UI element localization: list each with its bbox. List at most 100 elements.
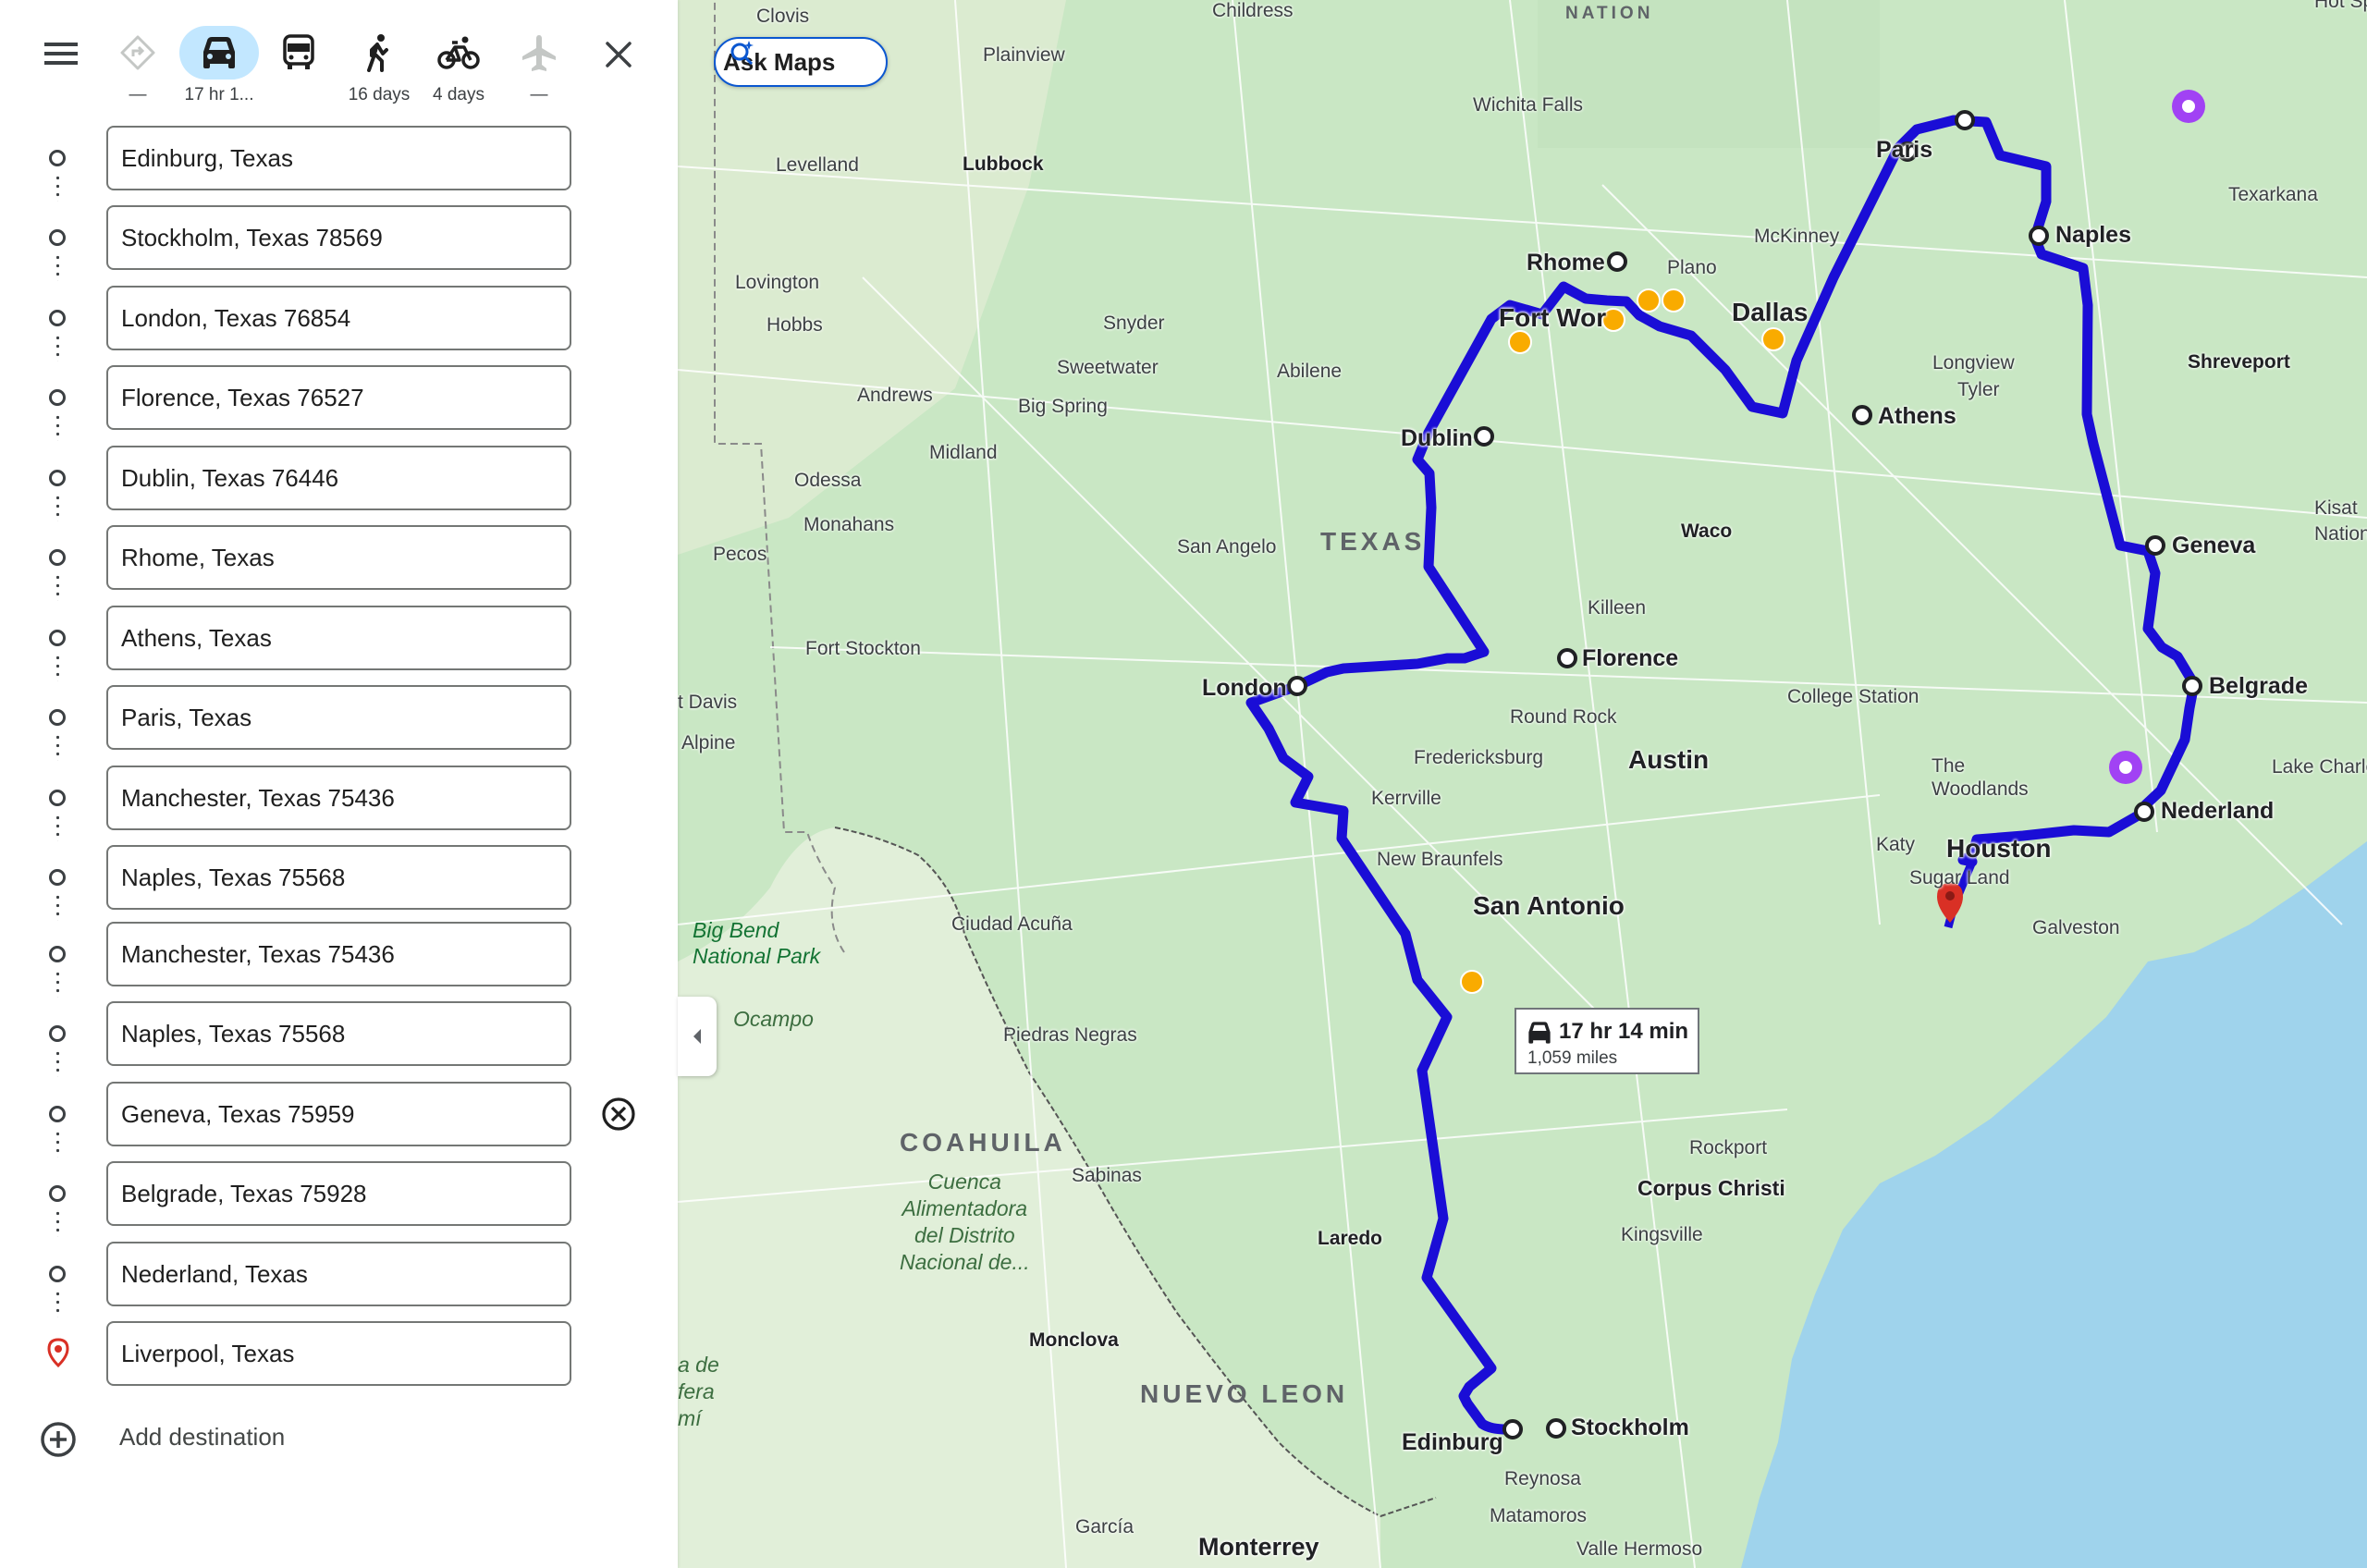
directions-panel: — 17 hr 1... 16 days 4 days — Edinburg, … — [0, 0, 678, 1568]
waypoint-circle-icon[interactable] — [49, 790, 66, 806]
waypoint-connector — [56, 1049, 59, 1077]
flights-mode-button[interactable] — [499, 26, 579, 80]
waypoint-row: Dublin, Texas 76446 — [0, 446, 678, 521]
town-label-odessa: Odessa — [794, 470, 862, 491]
town-label-monahans: Monahans — [803, 514, 895, 535]
town-label-fort-stockton: Fort Stockton — [805, 638, 921, 659]
waypoint-input[interactable]: Manchester, Texas 75436 — [106, 922, 571, 986]
town-label-plano: Plano — [1667, 257, 1717, 278]
waypoint-circle-icon[interactable] — [49, 470, 66, 486]
chevron-left-icon — [693, 1029, 701, 1044]
add-destination-label: Add destination — [119, 1423, 286, 1451]
waypoint-circle-icon[interactable] — [49, 946, 66, 962]
city-label-dublin: Dublin — [1401, 425, 1473, 451]
town-label-longview: Longview — [1932, 352, 2015, 374]
town-label-sweetwater: Sweetwater — [1057, 357, 1159, 378]
town-label-abilene: Abilene — [1277, 361, 1343, 382]
park-label-cuenca: Cuenca Alimentadora del Distrito Naciona… — [900, 1170, 1030, 1274]
town-label-reynosa: Reynosa — [1504, 1468, 1581, 1489]
waypoint-input[interactable]: Dublin, Texas 76446 — [106, 446, 571, 510]
town-label-sugar-land: Sugar Land — [1909, 867, 2010, 888]
waypoint-row: Naples, Texas 75568 — [0, 845, 678, 921]
town-label-lovington: Lovington — [735, 272, 820, 293]
route-distance: 1,059 miles — [1527, 1048, 1618, 1068]
waypoint-row: Nederland, Texas — [0, 1242, 678, 1317]
waypoint-input[interactable]: Belgrade, Texas 75928 — [106, 1161, 571, 1226]
waypoint-connector — [56, 334, 59, 361]
town-label-monclova: Monclova — [1029, 1329, 1119, 1351]
flights-label: — — [530, 85, 548, 104]
destination-pin-icon — [47, 1338, 69, 1367]
waypoint-row: Liverpool, Texas — [0, 1321, 678, 1390]
transit-mode-button[interactable] — [259, 26, 338, 80]
waypoint-connector — [56, 413, 59, 441]
map-canvas[interactable]: Ask Maps 17 hr 14 min 1,059 miles TEXAS … — [678, 0, 2367, 1568]
waypoint-input[interactable]: Manchester, Texas 75436 — [106, 766, 571, 830]
town-label-hobbs: Hobbs — [767, 314, 823, 336]
waypoint-circle-icon[interactable] — [49, 389, 66, 406]
waypoint-input[interactable]: Liverpool, Texas — [106, 1321, 571, 1386]
waypoint-input[interactable]: Naples, Texas 75568 — [106, 1001, 571, 1066]
waypoint-circle-icon[interactable] — [49, 150, 66, 166]
waypoint-connector — [56, 733, 59, 761]
waypoint-circle-icon[interactable] — [49, 310, 66, 326]
waypoint-input[interactable]: Stockholm, Texas 78569 — [106, 205, 571, 270]
town-label-shreveport: Shreveport — [2188, 351, 2290, 373]
add-destination-button[interactable]: Add destination — [0, 1410, 678, 1465]
city-label-edinburg: Edinburg — [1402, 1429, 1503, 1455]
park-label-ocampo: Ocampo — [733, 1007, 814, 1031]
waypoint-input[interactable]: Edinburg, Texas — [106, 126, 571, 190]
city-label-belgrade: Belgrade — [2209, 673, 2308, 699]
waypoint-input[interactable]: Nederland, Texas — [106, 1242, 571, 1306]
town-label-levelland: Levelland — [776, 154, 859, 176]
waypoint-input[interactable]: Rhome, Texas — [106, 525, 571, 590]
driving-mode-button[interactable] — [179, 26, 259, 80]
waypoint-input[interactable]: London, Texas 76854 — [106, 286, 571, 350]
waypoint-row: Edinburg, Texas — [0, 126, 678, 202]
remove-waypoint-icon[interactable] — [601, 1096, 636, 1132]
collapse-panel-button[interactable] — [678, 997, 717, 1076]
ask-maps-button[interactable]: Ask Maps — [714, 37, 888, 87]
waypoint-circle-icon[interactable] — [49, 1185, 66, 1202]
waypoint-input[interactable]: Geneva, Texas 75959 — [106, 1082, 571, 1146]
town-label-kingsville: Kingsville — [1621, 1224, 1703, 1245]
waypoint-circle-icon[interactable] — [49, 1025, 66, 1042]
menu-icon[interactable] — [39, 35, 83, 72]
best-route-mode-button[interactable] — [98, 26, 178, 80]
walking-mode-button[interactable] — [338, 26, 418, 80]
waypoint-connector — [56, 573, 59, 601]
waypoint-circle-icon[interactable] — [49, 869, 66, 886]
town-label-tyler: Tyler — [1957, 379, 2000, 400]
waypoint-input[interactable]: Naples, Texas 75568 — [106, 845, 571, 910]
town-label-midland: Midland — [929, 442, 998, 463]
town-label-mckinney: McKinney — [1754, 226, 1840, 247]
waypoint-row: Athens, Texas — [0, 606, 678, 681]
park-label-big-bend: Big Bend National Park — [693, 918, 821, 968]
town-label-college-station: College Station — [1787, 686, 1919, 707]
city-label-corpus-christi: Corpus Christi — [1637, 1176, 1785, 1200]
city-label-monterrey: Monterrey — [1198, 1533, 1319, 1561]
close-icon[interactable] — [597, 33, 640, 76]
town-label-lake-charles: Lake Charle — [2272, 756, 2367, 778]
cycling-mode-button[interactable] — [419, 26, 498, 80]
city-label-florence: Florence — [1582, 645, 1679, 671]
waypoint-input[interactable]: Athens, Texas — [106, 606, 571, 670]
waypoint-row: Geneva, Texas 75959 — [0, 1082, 678, 1158]
region-label-coahuila: COAHUILA — [900, 1128, 1066, 1157]
town-label-rockport: Rockport — [1689, 1137, 1768, 1158]
waypoint-circle-icon[interactable] — [49, 630, 66, 646]
city-label-geneva: Geneva — [2172, 533, 2256, 558]
waypoint-circle-icon[interactable] — [49, 229, 66, 246]
waypoint-circle-icon[interactable] — [49, 1106, 66, 1122]
waypoint-circle-icon[interactable] — [49, 1266, 66, 1282]
waypoint-input[interactable]: Paris, Texas — [106, 685, 571, 750]
waypoint-input[interactable]: Florence, Texas 76527 — [106, 365, 571, 430]
waypoint-connector — [56, 494, 59, 521]
waypoint-row: Florence, Texas 76527 — [0, 365, 678, 441]
route-summary-badge[interactable]: 17 hr 14 min 1,059 miles — [1515, 1008, 1699, 1074]
waypoint-row: Stockholm, Texas 78569 — [0, 205, 678, 281]
city-label-stockholm: Stockholm — [1571, 1415, 1689, 1440]
waypoint-circle-icon[interactable] — [49, 549, 66, 566]
city-label-dallas: Dallas — [1732, 298, 1809, 326]
waypoint-circle-icon[interactable] — [49, 709, 66, 726]
